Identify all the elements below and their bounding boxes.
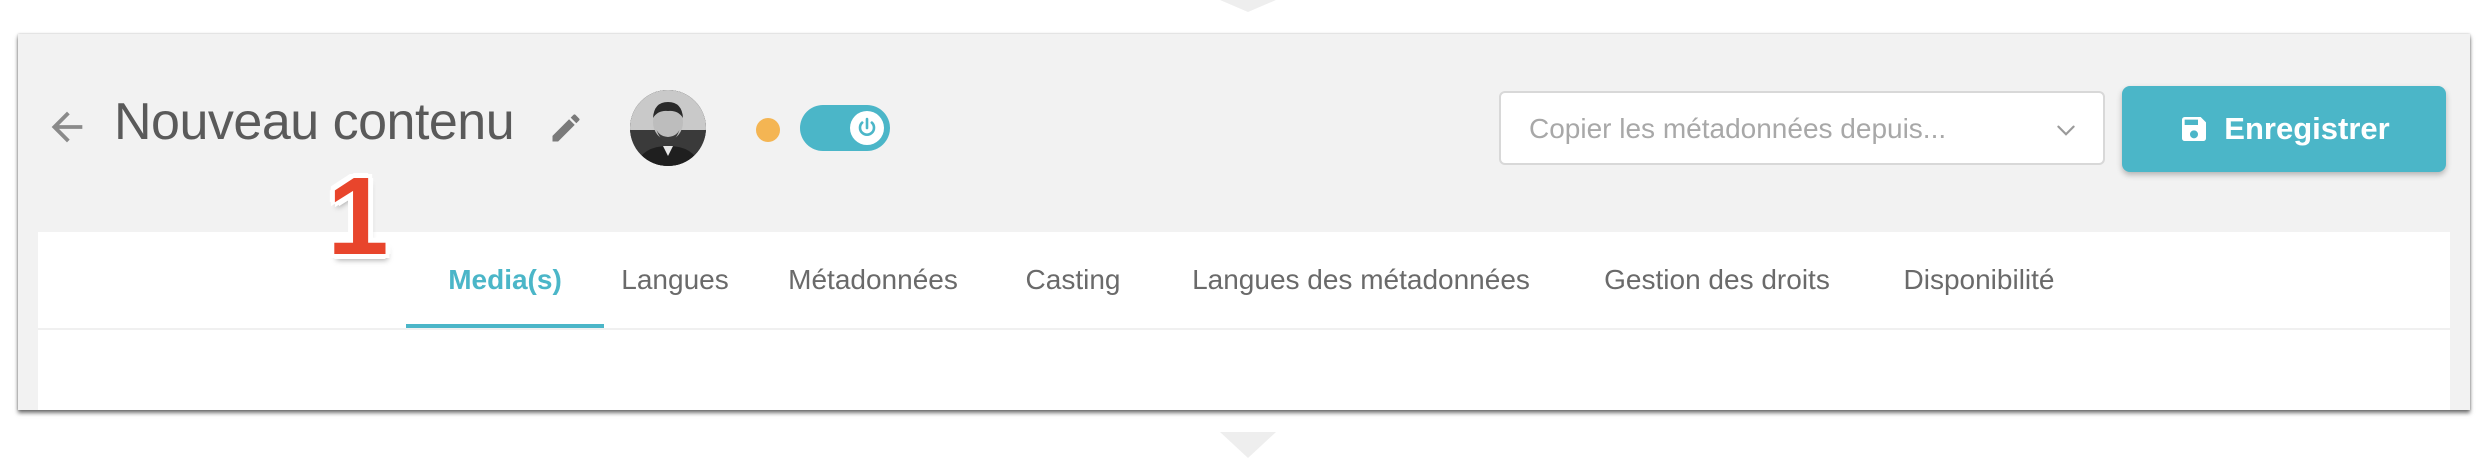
avatar[interactable] xyxy=(630,90,706,166)
pencil-icon[interactable] xyxy=(548,110,584,146)
copy-metadata-placeholder: Copier les métadonnées depuis... xyxy=(1529,113,1947,144)
tab-gestion-droits[interactable]: Gestion des droits xyxy=(1590,232,1844,328)
save-button[interactable]: Enregistrer xyxy=(2122,86,2446,172)
floppy-disk-icon xyxy=(2182,117,2207,141)
tab-medias[interactable]: Media(s) xyxy=(406,232,604,328)
bottom-notch-decoration xyxy=(1220,432,1276,458)
power-icon xyxy=(858,117,876,136)
publish-toggle[interactable] xyxy=(800,105,890,151)
tab-langues[interactable]: Langues xyxy=(610,232,740,328)
toggle-knob xyxy=(850,111,884,145)
tab-label: Gestion des droits xyxy=(1604,264,1830,295)
content-panel: Media(s) Langues Métadonnées Casting Lan… xyxy=(38,232,2450,410)
top-notch-decoration xyxy=(1220,0,1276,12)
tab-label: Disponibilité xyxy=(1903,264,2055,295)
avatar-photo xyxy=(630,90,706,166)
tab-disponibilite[interactable]: Disponibilité xyxy=(1884,232,2074,328)
copy-metadata-select[interactable]: Copier les métadonnées depuis... xyxy=(1499,91,2105,165)
save-button-label: Enregistrer xyxy=(2224,111,2390,146)
tab-label: Langues des métadonnées xyxy=(1192,264,1530,295)
status-indicator xyxy=(756,118,780,142)
tab-label: Langues xyxy=(621,264,729,295)
tab-langues-metadonnees[interactable]: Langues des métadonnées xyxy=(1174,232,1548,328)
tab-metadonnees[interactable]: Métadonnées xyxy=(770,232,976,328)
step-number-annotation: 1 xyxy=(327,154,389,278)
chevron-down-icon xyxy=(2057,125,2075,136)
tab-label: Media(s) xyxy=(448,264,562,295)
page-title: Nouveau contenu xyxy=(114,93,515,151)
tab-label: Métadonnées xyxy=(788,264,958,295)
tab-casting[interactable]: Casting xyxy=(1014,232,1132,328)
tab-label: Casting xyxy=(1025,264,1121,295)
arrow-left-icon[interactable] xyxy=(44,104,90,150)
tab-bar: Media(s) Langues Métadonnées Casting Lan… xyxy=(38,232,2450,330)
